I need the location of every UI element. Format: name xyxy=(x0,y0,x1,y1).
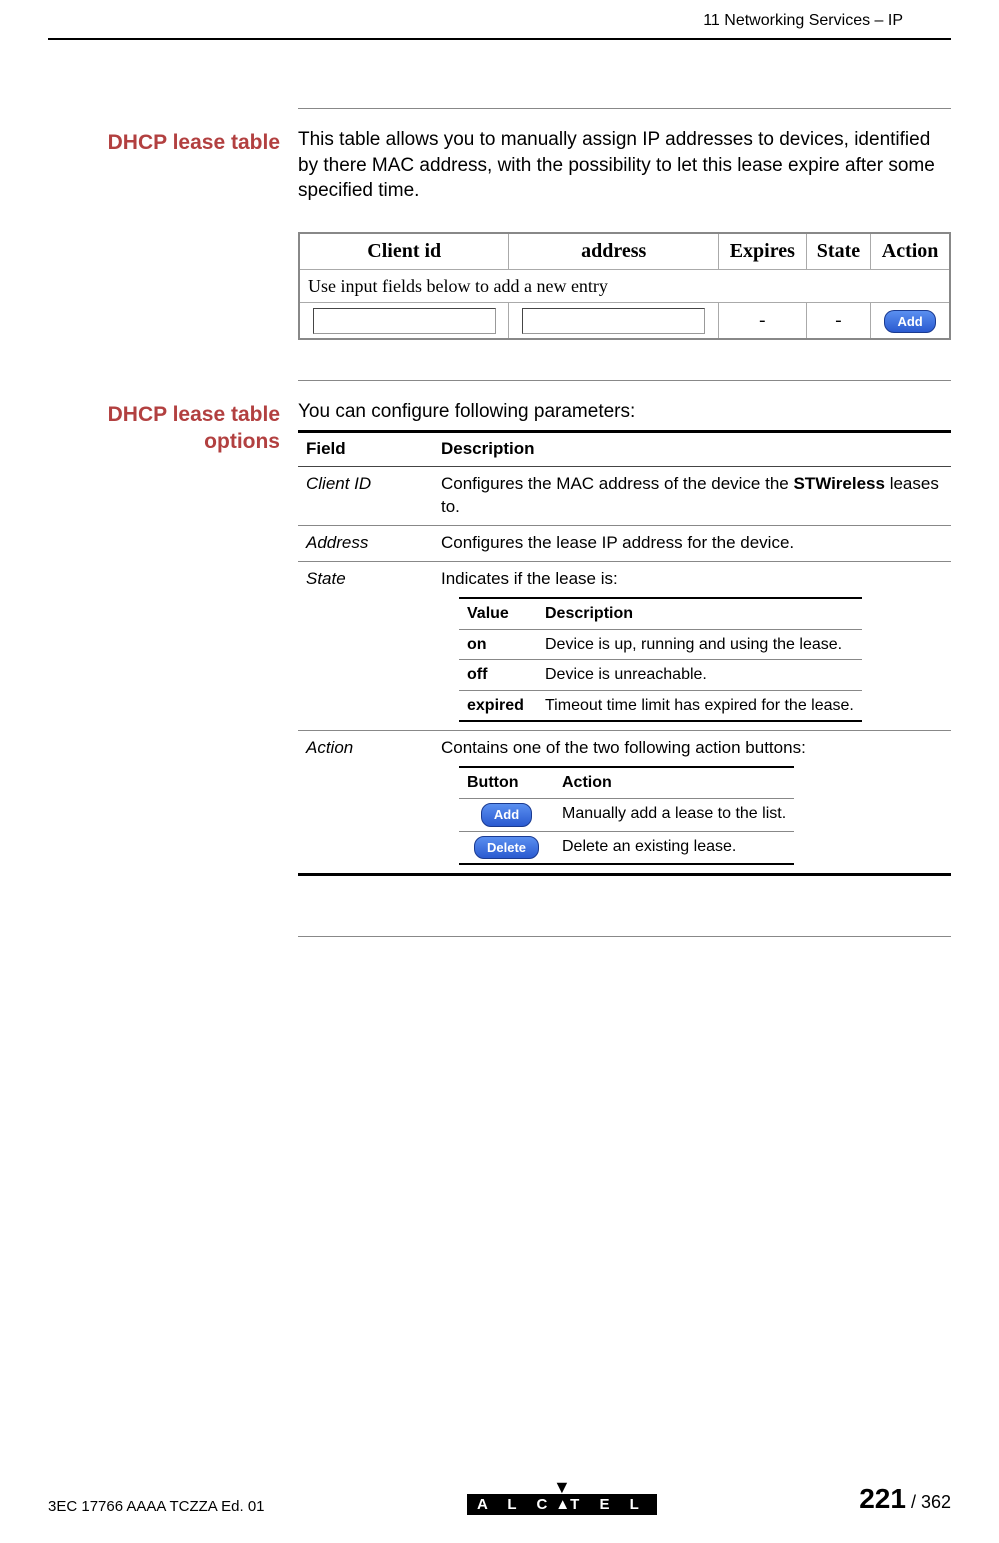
action-row-add: Add Manually add a lease to the list. xyxy=(459,798,794,831)
intro-text: This table allows you to manually assign… xyxy=(298,127,951,204)
rule xyxy=(298,936,951,937)
logo-triangle-icon: ▼ xyxy=(467,1481,657,1494)
field-desc: Contains one of the two following action… xyxy=(433,731,951,875)
section-heading: DHCP lease table xyxy=(48,127,280,340)
field-label: Client ID xyxy=(298,467,433,526)
row-action: Action Contains one of the two following… xyxy=(298,731,951,875)
section-dhcp-lease-table-options: DHCP lease table options You can configu… xyxy=(48,399,951,876)
add-button-icon: Add xyxy=(481,803,532,827)
row-state: State Indicates if the lease is: Value D… xyxy=(298,562,951,731)
logo-text: A L C▲T E L xyxy=(467,1494,657,1515)
section-body: You can configure following parameters: … xyxy=(298,399,951,876)
field-label: State xyxy=(298,562,433,731)
row-client-id: Client ID Configures the MAC address of … xyxy=(298,467,951,526)
sub-head-value: Value xyxy=(459,598,537,629)
doc-reference: 3EC 17766 AAAA TCZZA Ed. 01 xyxy=(48,1498,265,1515)
content-area: DHCP lease table This table allows you t… xyxy=(0,40,999,937)
options-table: Field Description Client ID Configures t… xyxy=(298,430,951,876)
sub-head-action: Action xyxy=(554,767,794,798)
chapter-header: 11 Networking Services – IP xyxy=(48,0,951,40)
hint-text: Use input fields below to add a new entr… xyxy=(299,269,950,302)
col-state: State xyxy=(806,233,870,270)
field-desc: Indicates if the lease is: Value Descrip… xyxy=(433,562,951,731)
row-address: Address Configures the lease IP address … xyxy=(298,526,951,562)
col-expires: Expires xyxy=(718,233,806,270)
field-label: Action xyxy=(298,731,433,875)
page-footer: 3EC 17766 AAAA TCZZA Ed. 01 ▼ A L C▲T E … xyxy=(48,1481,951,1515)
state-row-on: on Device is up, running and using the l… xyxy=(459,629,862,660)
state-row-off: off Device is unreachable. xyxy=(459,660,862,691)
brand-logo: ▼ A L C▲T E L xyxy=(467,1481,657,1515)
head-field: Field xyxy=(298,432,433,467)
page-number: 221 / 362 xyxy=(859,1483,951,1515)
rule xyxy=(298,380,951,381)
col-address: address xyxy=(509,233,718,270)
field-desc: Configures the lease IP address for the … xyxy=(433,526,951,562)
rule xyxy=(298,108,951,109)
col-client-id: Client id xyxy=(299,233,509,270)
action-row-delete: Delete Delete an existing lease. xyxy=(459,831,794,864)
lease-hint-row: Use input fields below to add a new entr… xyxy=(299,269,950,302)
field-desc: Configures the MAC address of the device… xyxy=(433,467,951,526)
head-description: Description xyxy=(433,432,951,467)
add-button[interactable]: Add xyxy=(884,310,935,334)
section-body: This table allows you to manually assign… xyxy=(298,127,951,340)
options-header-row: Field Description xyxy=(298,432,951,467)
col-action: Action xyxy=(871,233,950,270)
field-label: Address xyxy=(298,526,433,562)
sub-head-desc: Description xyxy=(537,598,862,629)
lease-input-row: - - Add xyxy=(299,303,950,339)
lease-table: Client id address Expires State Action U… xyxy=(298,232,951,340)
delete-button-icon: Delete xyxy=(474,836,539,860)
address-input[interactable] xyxy=(522,308,705,334)
state-row-expired: expired Timeout time limit has expired f… xyxy=(459,690,862,721)
section-dhcp-lease-table: DHCP lease table This table allows you t… xyxy=(48,127,951,340)
lease-table-header-row: Client id address Expires State Action xyxy=(299,233,950,270)
section-heading: DHCP lease table options xyxy=(48,399,280,876)
expires-cell: - xyxy=(718,303,806,339)
state-sub-table: Value Description on Device is up, runni… xyxy=(459,597,862,722)
state-cell: - xyxy=(806,303,870,339)
sub-head-button: Button xyxy=(459,767,554,798)
options-intro: You can configure following parameters: xyxy=(298,399,951,425)
client-id-input[interactable] xyxy=(313,308,496,334)
action-sub-table: Button Action Add Manually add a lease t… xyxy=(459,766,794,865)
